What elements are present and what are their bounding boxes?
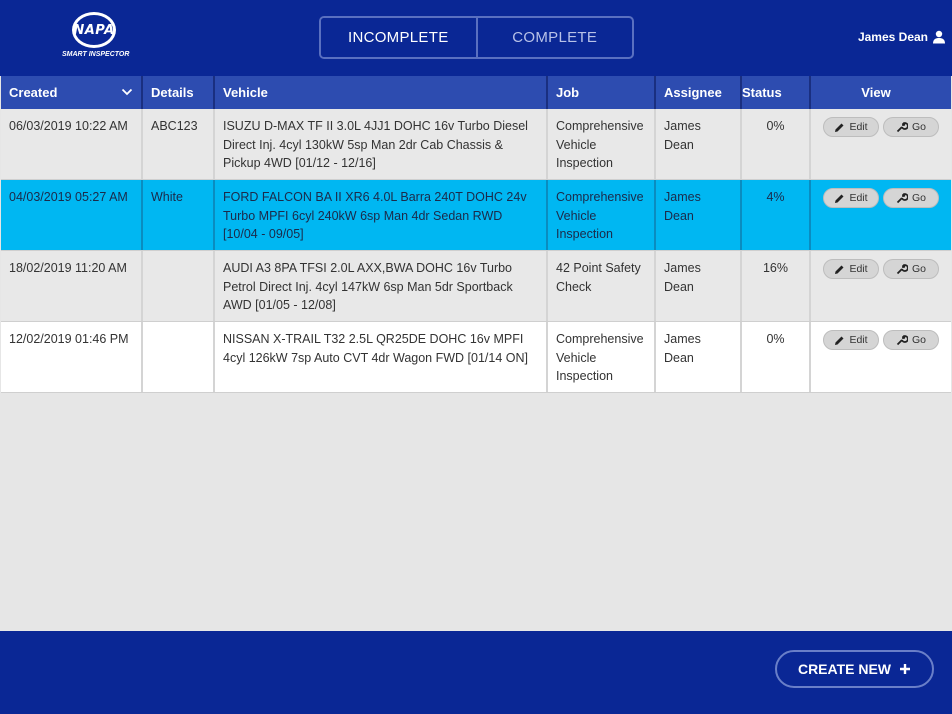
napa-logo: NAPA SMART INSPECTOR — [62, 12, 130, 62]
go-button[interactable]: Go — [883, 117, 939, 137]
cell-job: Comprehensive Vehicle Inspection — [548, 322, 656, 392]
logo-text: NAPA — [73, 22, 115, 38]
create-new-button[interactable]: CREATE NEW — [775, 650, 934, 688]
wrench-icon — [896, 334, 908, 346]
cell-status: 16% — [742, 251, 811, 321]
app-header: NAPA SMART INSPECTOR INCOMPLETE COMPLETE… — [0, 0, 952, 76]
edit-button[interactable]: Edit — [823, 259, 879, 279]
go-button[interactable]: Go — [883, 330, 939, 350]
cell-assignee: James Dean — [656, 251, 742, 321]
column-header-details[interactable]: Details — [143, 76, 215, 109]
cell-created: 18/02/2019 11:20 AM — [1, 251, 143, 321]
cell-created: 12/02/2019 01:46 PM — [1, 322, 143, 392]
column-header-assignee[interactable]: Assignee — [656, 76, 742, 109]
go-button[interactable]: Go — [883, 188, 939, 208]
cell-vehicle: NISSAN X-TRAIL T32 2.5L QR25DE DOHC 16v … — [215, 322, 548, 392]
cell-view: Edit Go — [811, 180, 951, 250]
user-icon — [933, 30, 945, 44]
chevron-down-icon — [121, 88, 133, 96]
wrench-icon — [896, 263, 908, 275]
tab-incomplete[interactable]: INCOMPLETE — [321, 18, 478, 57]
cell-vehicle: AUDI A3 8PA TFSI 2.0L AXX,BWA DOHC 16v T… — [215, 251, 548, 321]
create-new-label: CREATE NEW — [797, 661, 892, 677]
user-name: James Dean — [857, 30, 928, 44]
cell-status: 4% — [742, 180, 811, 250]
go-label: Go — [911, 120, 926, 133]
edit-label: Edit — [849, 333, 868, 346]
edit-label: Edit — [849, 120, 868, 133]
logo-oval: NAPA — [72, 12, 116, 48]
pencil-icon — [835, 336, 844, 345]
cell-view: Edit Go — [811, 322, 951, 392]
table-row[interactable]: 04/03/2019 05:27 AM White FORD FALCON BA… — [1, 180, 951, 251]
column-header-status[interactable]: Status — [742, 76, 811, 109]
cell-job: 42 Point Safety Check — [548, 251, 656, 321]
app-footer: CREATE NEW — [0, 631, 952, 714]
pencil-icon — [835, 123, 844, 132]
plus-icon — [900, 664, 911, 674]
cell-view: Edit Go — [811, 251, 951, 321]
cell-details — [143, 322, 215, 392]
cell-vehicle: ISUZU D-MAX TF II 3.0L 4JJ1 DOHC 16v Tur… — [215, 109, 548, 179]
wrench-icon — [896, 192, 908, 204]
column-header-view: View — [861, 85, 891, 100]
table-row[interactable]: 06/03/2019 10:22 AM ABC123 ISUZU D-MAX T… — [1, 109, 951, 180]
table-header: Created Details Vehicle Job Assignee Sta… — [1, 76, 951, 109]
pencil-icon — [835, 194, 844, 203]
inspections-table: Created Details Vehicle Job Assignee Sta… — [1, 76, 951, 393]
cell-details: White — [143, 180, 215, 250]
cell-assignee: James Dean — [656, 322, 742, 392]
user-menu[interactable]: James Dean — [858, 30, 946, 44]
wrench-icon — [896, 121, 908, 133]
column-label: Created — [9, 85, 58, 100]
cell-status: 0% — [742, 109, 811, 179]
edit-label: Edit — [849, 191, 868, 204]
cell-vehicle: FORD FALCON BA II XR6 4.0L Barra 240T DO… — [215, 180, 548, 250]
cell-status: 0% — [742, 322, 811, 392]
go-label: Go — [911, 333, 926, 346]
cell-details — [143, 251, 215, 321]
tab-complete[interactable]: COMPLETE — [478, 18, 633, 57]
edit-label: Edit — [849, 262, 868, 275]
cell-assignee: James Dean — [656, 109, 742, 179]
column-header-created[interactable]: Created — [1, 76, 143, 109]
status-tabs: INCOMPLETE COMPLETE — [319, 16, 634, 59]
go-label: Go — [911, 191, 926, 204]
cell-job: Comprehensive Vehicle Inspection — [548, 109, 656, 179]
cell-assignee: James Dean — [656, 180, 742, 250]
cell-created: 06/03/2019 10:22 AM — [1, 109, 143, 179]
column-header-job[interactable]: Job — [548, 76, 656, 109]
table-row[interactable]: 18/02/2019 11:20 AM AUDI A3 8PA TFSI 2.0… — [1, 251, 951, 322]
cell-created: 04/03/2019 05:27 AM — [1, 180, 143, 250]
cell-details: ABC123 — [143, 109, 215, 179]
go-label: Go — [911, 262, 926, 275]
edit-button[interactable]: Edit — [823, 117, 879, 137]
go-button[interactable]: Go — [883, 259, 939, 279]
cell-view: Edit Go — [811, 109, 951, 179]
cell-job: Comprehensive Vehicle Inspection — [548, 180, 656, 250]
logo-subtitle: SMART INSPECTOR — [62, 51, 130, 58]
edit-button[interactable]: Edit — [823, 330, 879, 350]
edit-button[interactable]: Edit — [823, 188, 879, 208]
pencil-icon — [835, 265, 844, 274]
table-row[interactable]: 12/02/2019 01:46 PM NISSAN X-TRAIL T32 2… — [1, 322, 951, 393]
column-header-vehicle[interactable]: Vehicle — [215, 76, 548, 109]
